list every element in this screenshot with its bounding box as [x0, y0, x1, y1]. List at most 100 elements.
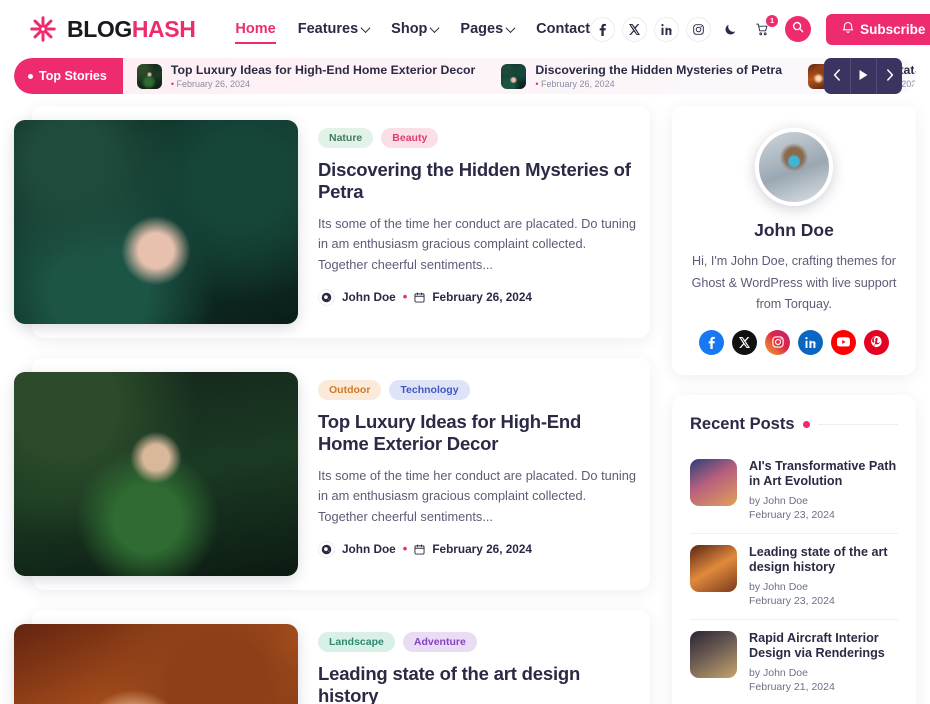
nav-label-features: Features — [297, 21, 359, 37]
post-excerpt: Its some of the time her conduct are pla… — [318, 215, 636, 273]
facebook-icon[interactable] — [699, 329, 724, 355]
ticker-label-text: Top Stories — [39, 69, 107, 83]
ticker-next-button[interactable] — [876, 58, 902, 94]
post-card[interactable]: Landscape Adventure Leading state of the… — [14, 610, 650, 704]
linkedin-icon[interactable] — [798, 329, 823, 355]
cart-icon[interactable]: 1 — [750, 14, 779, 42]
ticker-item-title: Top Luxury Ideas for High-End Home Exter… — [170, 62, 476, 77]
post-author[interactable]: John Doe — [342, 290, 396, 304]
ticker-items: Top Luxury Ideas for High-End Home Exter… — [123, 62, 916, 90]
moon-icon[interactable] — [718, 16, 744, 42]
instagram-icon[interactable] — [765, 329, 790, 355]
post-content: Landscape Adventure Leading state of the… — [318, 624, 636, 704]
post-tag[interactable]: Beauty — [381, 128, 439, 148]
widget-title: Recent Posts — [690, 414, 795, 433]
recent-post-author: by John Doe — [749, 580, 808, 593]
live-dot-icon — [28, 73, 33, 79]
search-button[interactable] — [785, 16, 812, 42]
flower-asterisk-icon — [28, 14, 58, 44]
ticker-item-date: • February 26, 2024 — [170, 79, 251, 90]
recent-post-title[interactable]: AI's Transformative Path in Art Evolutio… — [749, 459, 898, 490]
author-avatar — [755, 128, 833, 206]
nav-label-shop: Shop — [391, 21, 428, 37]
list-item[interactable]: Rapid Aircraft Interior Design via Rende… — [690, 619, 898, 704]
ticker-prev-button[interactable] — [824, 58, 850, 94]
post-tags: Landscape Adventure — [318, 632, 636, 652]
post-author[interactable]: John Doe — [342, 542, 396, 556]
chevron-down-icon — [505, 22, 516, 33]
nav-item-home[interactable]: Home — [235, 17, 277, 44]
post-title[interactable]: Leading state of the art design history — [318, 663, 636, 704]
page-layout: Nature Beauty Discovering the Hidden Mys… — [0, 94, 930, 704]
post-thumbnail[interactable] — [14, 624, 298, 704]
site-logo[interactable]: BLOGHASH — [28, 14, 196, 44]
list-item[interactable]: AI's Transformative Path in Art Evolutio… — [690, 448, 898, 533]
ticker-item[interactable]: Top Luxury Ideas for High-End Home Exter… — [136, 62, 476, 90]
post-title[interactable]: Discovering the Hidden Mysteries of Petr… — [318, 159, 636, 203]
ticker-controls — [824, 58, 902, 94]
recent-post-date: February 23, 2024 — [749, 508, 835, 521]
recent-post-title[interactable]: Rapid Aircraft Interior Design via Rende… — [749, 631, 898, 662]
ticker-bar: Top Stories Top Luxury Ideas for High-En… — [14, 58, 916, 94]
post-thumbnail[interactable] — [14, 120, 298, 324]
recent-post-title[interactable]: Leading state of the art design history — [749, 545, 898, 576]
post-thumbnail — [690, 631, 737, 679]
avatar — [318, 288, 335, 306]
post-tag[interactable]: Landscape — [318, 632, 395, 652]
bell-icon — [842, 21, 854, 37]
list-item[interactable]: Leading state of the art design history … — [690, 533, 898, 619]
post-content: Outdoor Technology Top Luxury Ideas for … — [318, 372, 636, 558]
post-meta: John Doe • February 26, 2024 — [318, 288, 636, 306]
top-stories-ticker: Top Stories Top Luxury Ideas for High-En… — [0, 58, 930, 94]
post-title[interactable]: Top Luxury Ideas for High-End Home Exter… — [318, 411, 636, 455]
pinterest-icon[interactable] — [864, 329, 889, 355]
post-date: February 26, 2024 — [432, 542, 532, 557]
post-thumbnail[interactable] — [14, 372, 298, 576]
post-tag[interactable]: Technology — [389, 380, 470, 400]
recent-post-author: by John Doe — [749, 494, 808, 507]
site-header: BLOGHASH Home Features Shop Pages Contac… — [0, 0, 930, 58]
author-name: John Doe — [754, 220, 834, 240]
post-thumbnail — [690, 545, 737, 593]
sidebar: John Doe Hi, I'm John Doe, crafting them… — [672, 106, 916, 704]
x-twitter-icon[interactable] — [732, 329, 757, 355]
ticker-play-button[interactable] — [850, 58, 876, 94]
post-card[interactable]: Outdoor Technology Top Luxury Ideas for … — [14, 358, 650, 590]
nav-label-contact: Contact — [536, 21, 591, 37]
nav-item-contact[interactable]: Contact — [536, 17, 590, 41]
post-content: Nature Beauty Discovering the Hidden Mys… — [318, 120, 636, 306]
nav-item-shop[interactable]: Shop — [391, 17, 440, 41]
ticker-thumbnail — [501, 63, 527, 89]
post-card[interactable]: Nature Beauty Discovering the Hidden Mys… — [14, 106, 650, 338]
main-nav: Home Features Shop Pages Contact — [235, 17, 590, 44]
author-bio: Hi, I'm John Doe, crafting themes for Gh… — [691, 254, 897, 312]
author-widget: John Doe Hi, I'm John Doe, crafting them… — [672, 106, 916, 375]
chevron-down-icon — [360, 22, 371, 33]
nav-item-pages[interactable]: Pages — [460, 17, 516, 41]
ticker-item[interactable]: Discovering the Hidden Mysteries of Petr… — [501, 63, 782, 89]
subscribe-button[interactable]: Subscribe — [826, 13, 930, 45]
logo-word-blog: BLOG — [67, 15, 132, 42]
calendar-icon — [414, 292, 425, 303]
post-thumbnail — [690, 458, 737, 506]
youtube-icon[interactable] — [831, 329, 856, 355]
accent-dot-icon — [802, 420, 810, 428]
post-tag[interactable]: Adventure — [402, 632, 477, 652]
post-list: Nature Beauty Discovering the Hidden Mys… — [14, 106, 650, 704]
subscribe-label: Subscribe — [860, 21, 926, 37]
nav-item-features[interactable]: Features — [297, 17, 371, 41]
post-tag[interactable]: Nature — [318, 128, 374, 148]
recent-post-author: by John Doe — [749, 666, 808, 679]
header-actions: 1 Subscribe — [590, 13, 930, 45]
instagram-icon[interactable] — [686, 16, 712, 42]
search-icon — [792, 20, 804, 38]
x-twitter-icon[interactable] — [622, 16, 648, 42]
next-icon — [886, 68, 894, 84]
linkedin-icon[interactable] — [654, 16, 680, 42]
facebook-icon[interactable] — [590, 16, 616, 42]
recent-posts-widget: Recent Posts AI's Transformative Path in… — [672, 394, 916, 704]
widget-header: Recent Posts — [690, 415, 898, 434]
ticker-thumbnail — [136, 63, 162, 89]
ticker-label: Top Stories — [14, 58, 123, 94]
post-tag[interactable]: Outdoor — [318, 380, 382, 400]
